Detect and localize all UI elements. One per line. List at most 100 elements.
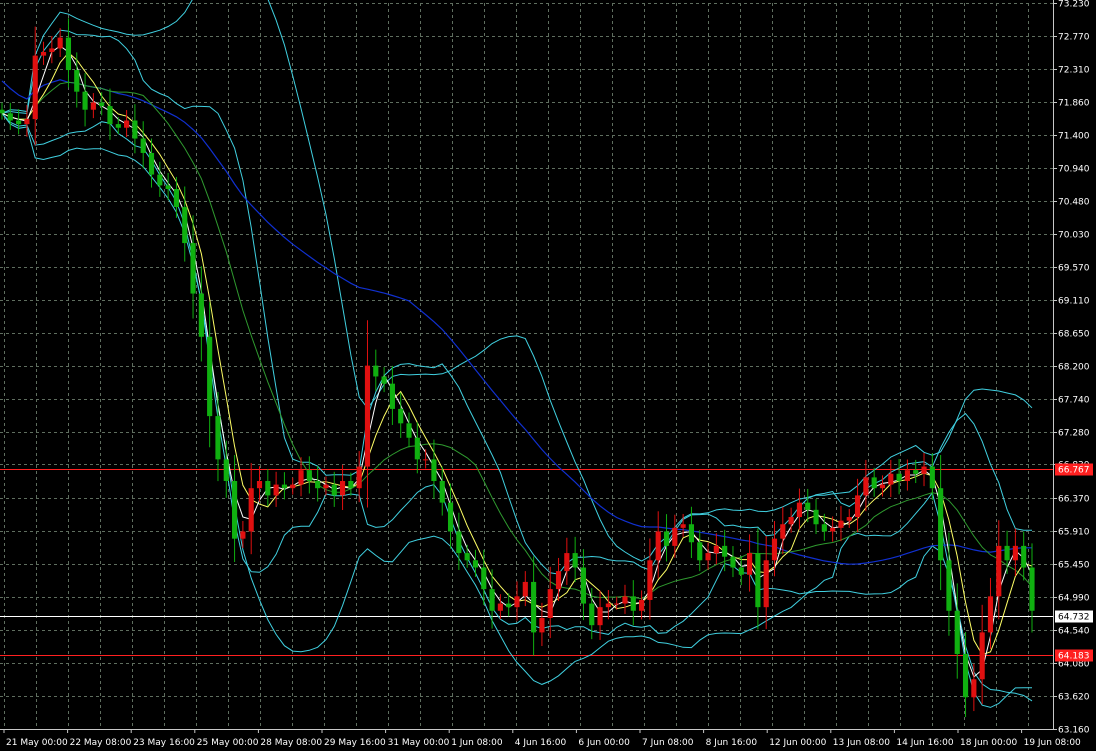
candle-up	[323, 484, 329, 489]
candle-up	[622, 596, 628, 604]
candle-down	[414, 437, 420, 460]
candle-down	[946, 560, 952, 611]
candle-down	[821, 524, 827, 532]
candle-up	[854, 495, 861, 518]
candle-up	[987, 596, 994, 633]
candlesticks	[0, 18, 1035, 718]
candle-down	[406, 423, 412, 438]
time-tick-label: 8 Jun 16:00	[706, 738, 758, 748]
candle-up	[248, 488, 254, 532]
candle-down	[929, 466, 935, 489]
candle-up	[788, 517, 794, 525]
price-tick-label: 64.990	[1058, 594, 1090, 604]
price-tick-label: 66.370	[1058, 495, 1090, 505]
candle-up	[747, 553, 753, 575]
candle-down	[157, 174, 163, 186]
candle-up	[771, 538, 778, 561]
candle-up	[655, 531, 661, 561]
candle-down	[223, 459, 229, 481]
candle-up	[763, 560, 769, 608]
candle-up	[555, 571, 562, 590]
candle-up	[290, 484, 296, 489]
time-tick-label: 12 Jun 00:00	[769, 738, 826, 748]
time-axis: 21 May 00:00 22 May 08:00 23 May 16:00 25 M…	[0, 729, 1081, 748]
price-tick-label: 70.480	[1058, 198, 1090, 208]
time-tick-label: 1 Jun 08:00	[451, 738, 503, 748]
candle-up	[597, 607, 603, 626]
price-tick-label: 67.740	[1058, 396, 1090, 406]
candle-up	[497, 603, 503, 611]
candle-down	[464, 553, 470, 561]
candle-down	[962, 654, 969, 698]
candle-down	[506, 603, 512, 608]
candle-down	[99, 102, 105, 107]
price-tick-label: 65.910	[1058, 528, 1090, 538]
candle-down	[0, 109, 5, 114]
candle-up	[996, 545, 1002, 597]
candle-up	[863, 477, 869, 496]
candle-down	[722, 545, 728, 557]
candle-down	[182, 207, 188, 244]
candle-up	[24, 119, 30, 125]
price-tick-label: 67.280	[1058, 429, 1090, 439]
time-tick-label: 7 Jun 08:00	[642, 738, 694, 748]
candle-down	[331, 484, 337, 496]
candle-up	[680, 524, 686, 528]
candle-down	[896, 473, 902, 481]
price-tick-label: 71.400	[1058, 132, 1090, 142]
candle-down	[431, 459, 437, 481]
candle-up	[40, 52, 47, 56]
price-level-label: 66.767	[1058, 466, 1090, 476]
candle-down	[871, 477, 877, 489]
candle-down	[115, 124, 121, 128]
candle-down	[373, 365, 379, 377]
candle-down	[938, 488, 944, 561]
candle-down	[813, 509, 819, 525]
candle-down	[580, 567, 587, 604]
candle-down	[730, 556, 736, 568]
price-tick-label: 68.650	[1058, 330, 1090, 340]
time-tick-label: 4 Jun 16:00	[515, 738, 567, 748]
candle-up	[838, 520, 844, 528]
candle-up	[298, 470, 304, 485]
candle-down	[74, 70, 80, 92]
candle-up	[672, 527, 678, 546]
candle-down	[348, 480, 354, 489]
candle-up	[256, 480, 263, 489]
time-tick-label: 31 May 00:00	[388, 738, 450, 748]
candle-down	[1004, 545, 1010, 561]
candle-up	[605, 603, 611, 608]
candle-up	[639, 599, 645, 611]
price-level-label: 64.183	[1058, 652, 1090, 662]
candle-up	[514, 596, 520, 608]
candle-up	[90, 102, 96, 110]
candle-up	[564, 553, 570, 572]
candle-up	[423, 459, 429, 461]
candle-down	[281, 484, 287, 489]
candle-down	[755, 553, 761, 608]
candle-down	[165, 185, 171, 190]
candle-down	[738, 567, 744, 575]
price-tick-label: 70.940	[1058, 165, 1090, 175]
price-chart[interactable]: 73.230 72.770 72.310 71.860 71.400 70.940 70.4…	[0, 0, 1096, 751]
candle-up	[830, 527, 836, 532]
candle-down	[306, 470, 312, 481]
candle-down	[190, 243, 196, 294]
candle-down	[1029, 567, 1035, 611]
candle-up	[971, 679, 977, 698]
candle-down	[232, 480, 238, 539]
price-tick-label: 71.860	[1058, 99, 1090, 109]
price-tick-label: 69.570	[1058, 264, 1090, 274]
candle-up	[522, 581, 528, 597]
candle-down	[398, 408, 404, 424]
candle-down	[65, 37, 72, 71]
candle-down	[456, 531, 462, 554]
candle-up	[1012, 545, 1018, 561]
candle-down	[954, 610, 960, 655]
time-tick-label: 19 Jun 08:00	[1024, 738, 1081, 748]
candle-down	[215, 416, 221, 460]
time-tick-label: 28 May 08:00	[260, 738, 322, 748]
candle-down	[315, 480, 321, 489]
time-tick-label: 6 Jun 00:00	[578, 738, 630, 748]
candle-down	[572, 553, 578, 568]
